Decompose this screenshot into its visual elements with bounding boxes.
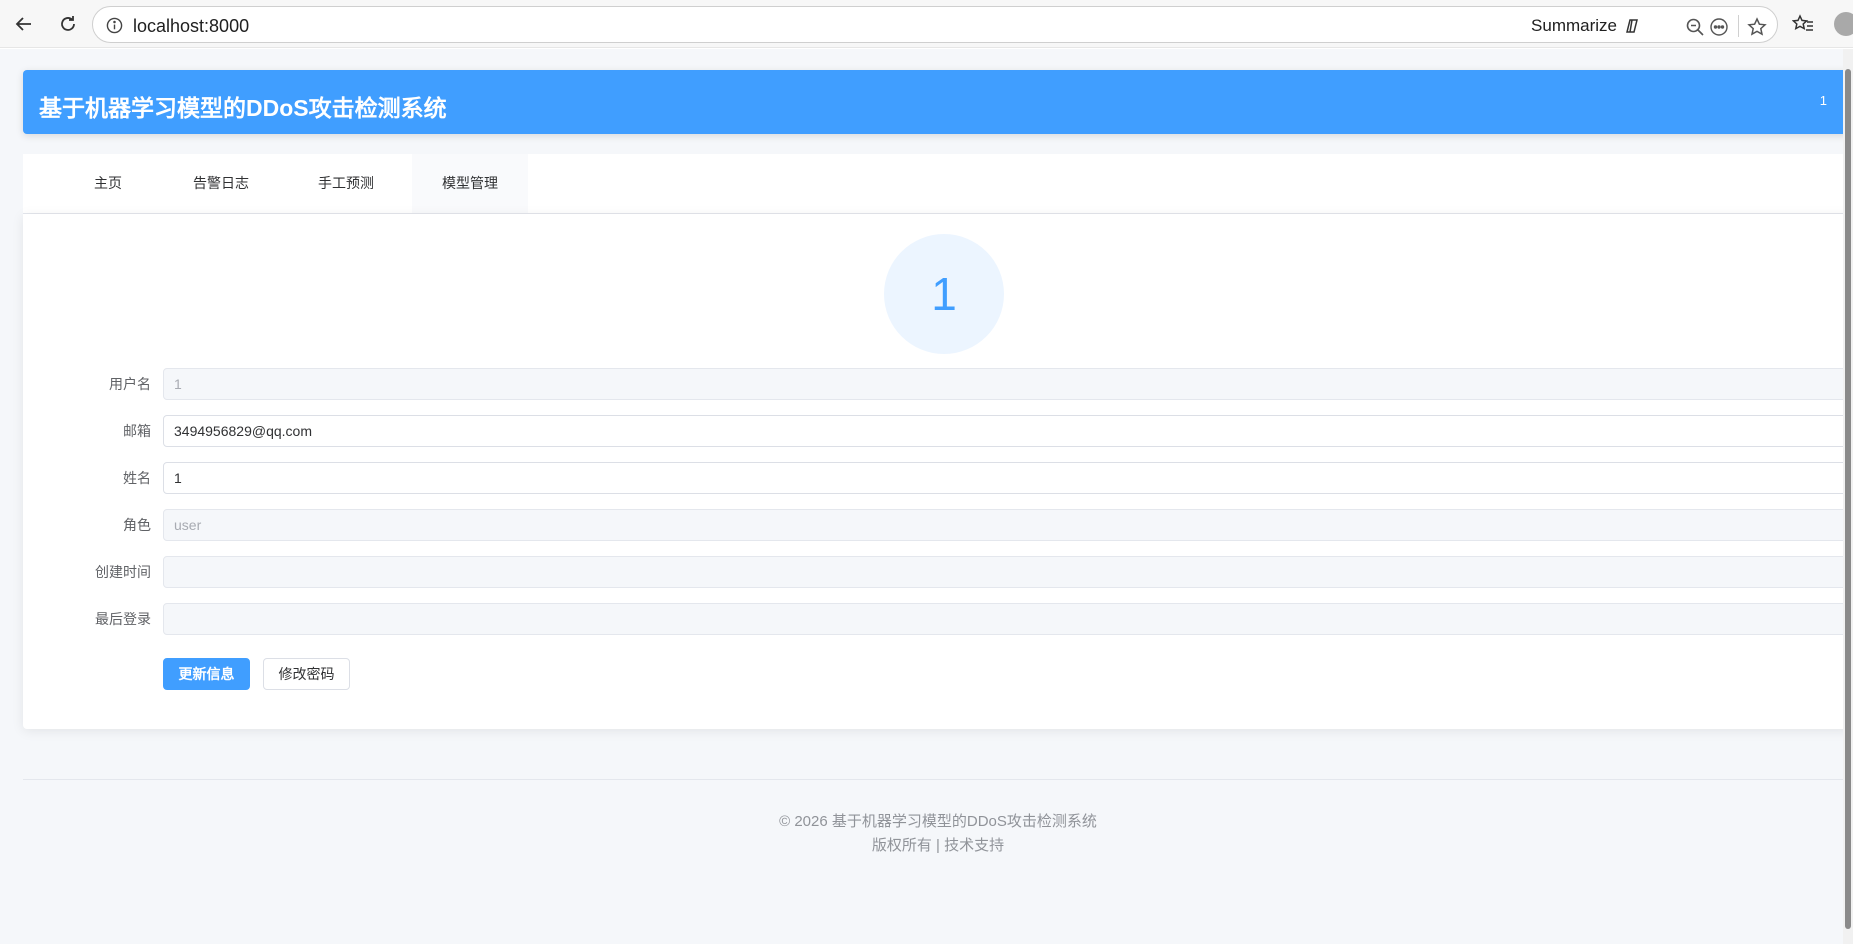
more-options-icon[interactable] [1709, 17, 1729, 37]
tab-alert-log[interactable]: 告警日志 [163, 154, 279, 213]
footer-divider [23, 779, 1853, 780]
created-at-label: 创建时间 [95, 564, 151, 580]
favorites-icon[interactable] [1792, 13, 1814, 35]
nav-tabs: 主页 告警日志 手工预测 模型管理 [23, 154, 1853, 214]
username-label: 用户名 [109, 376, 151, 392]
avatar: 1 [884, 234, 1004, 354]
form-row-role: 角色 user [23, 509, 1853, 541]
last-login-field [163, 603, 1849, 635]
zoom-out-icon[interactable] [1685, 17, 1705, 37]
role-field: user [163, 509, 1849, 541]
username-field: 1 [163, 368, 1849, 400]
tab-model-management[interactable]: 模型管理 [412, 154, 528, 213]
last-login-label: 最后登录 [95, 611, 151, 627]
arrow-left-icon [15, 17, 31, 31]
star-icon[interactable] [1747, 17, 1767, 37]
copilot-icon[interactable] [1623, 16, 1643, 36]
profile-card: 1 用户名 1 邮箱 3494956829@qq.com 姓名 1 角色 use… [23, 214, 1853, 729]
info-icon[interactable] [106, 17, 123, 34]
address-bar-divider [1738, 15, 1739, 37]
summarize-label[interactable]: Summarize [1531, 16, 1617, 36]
app-header: 基于机器学习模型的DDoS攻击检测系统 1 [23, 70, 1853, 134]
footer: © 2026 基于机器学习模型的DDoS攻击检测系统 版权所有 | 技术支持 [23, 810, 1853, 858]
email-field[interactable]: 3494956829@qq.com [163, 415, 1849, 447]
url-text[interactable]: localhost:8000 [133, 16, 249, 37]
form-row-username: 用户名 1 [23, 368, 1853, 400]
profile-avatar-icon[interactable] [1834, 12, 1853, 36]
form-row-created-at: 创建时间 [23, 556, 1853, 588]
header-username[interactable]: 1 [1820, 93, 1827, 108]
name-label: 姓名 [123, 470, 151, 486]
reload-icon [61, 16, 75, 31]
name-field[interactable]: 1 [163, 462, 1849, 494]
change-password-button[interactable]: 修改密码 [263, 658, 350, 690]
reload-button[interactable] [52, 8, 84, 40]
browser-toolbar: localhost:8000 Summarize [0, 0, 1853, 48]
page-scrollbar[interactable] [1843, 49, 1853, 944]
footer-copyright: © 2026 基于机器学习模型的DDoS攻击检测系统 [779, 813, 1097, 830]
footer-links: 版权所有 | 技术支持 [871, 837, 1005, 854]
update-info-button[interactable]: 更新信息 [163, 658, 250, 690]
page-body: 基于机器学习模型的DDoS攻击检测系统 1 主页 告警日志 手工预测 模型管理 … [0, 49, 1853, 944]
form-row-last-login: 最后登录 [23, 603, 1853, 635]
form-row-email: 邮箱 3494956829@qq.com [23, 415, 1853, 447]
tab-home[interactable]: 主页 [67, 154, 149, 213]
address-bar[interactable]: localhost:8000 Summarize [92, 6, 1778, 43]
scrollbar-thumb[interactable] [1845, 69, 1851, 929]
tab-manual-predict[interactable]: 手工预测 [288, 154, 404, 213]
role-label: 角色 [123, 517, 151, 533]
back-button[interactable] [8, 8, 40, 40]
form-row-name: 姓名 1 [23, 462, 1853, 494]
created-at-field [163, 556, 1849, 588]
app-title: 基于机器学习模型的DDoS攻击检测系统 [39, 95, 447, 121]
email-label: 邮箱 [123, 423, 151, 439]
